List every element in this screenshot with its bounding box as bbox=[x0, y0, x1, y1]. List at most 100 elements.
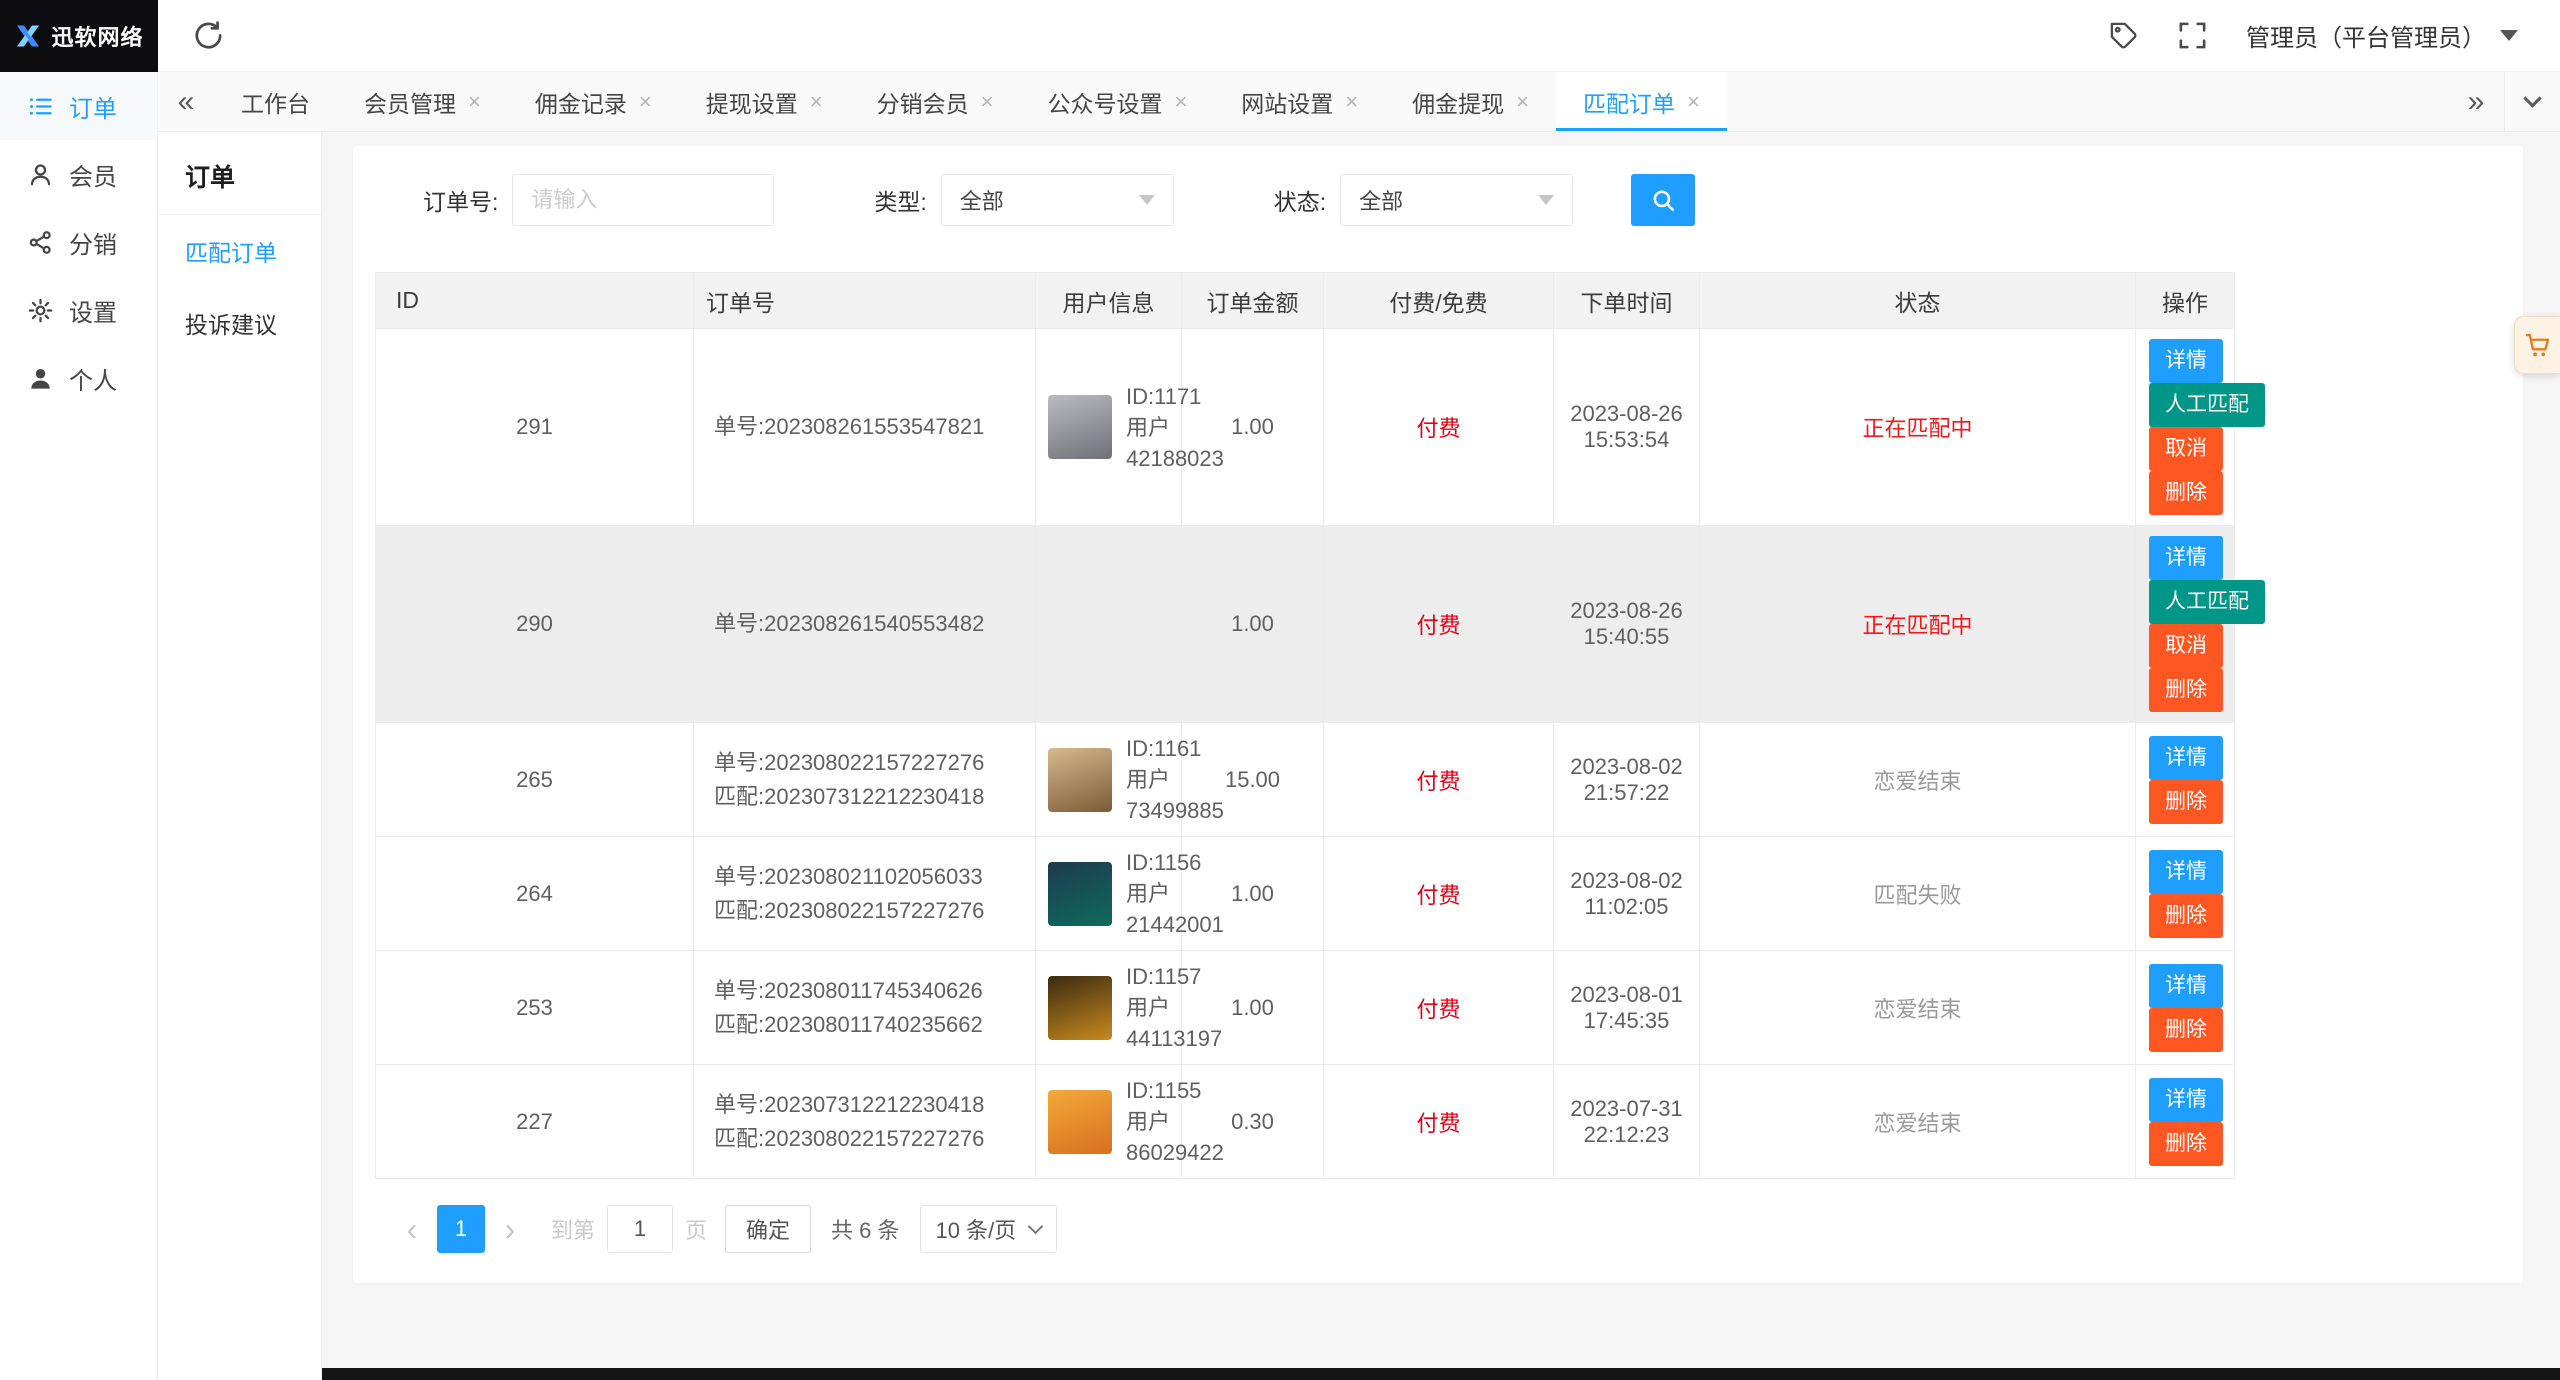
sidebar-item-members[interactable]: 会员 bbox=[0, 140, 157, 208]
prev-page-button[interactable]: ‹ bbox=[389, 1205, 435, 1253]
sidebar-item-profile[interactable]: 个人 bbox=[0, 344, 157, 412]
next-page-button[interactable]: › bbox=[487, 1205, 533, 1253]
tab-close-icon[interactable]: × bbox=[639, 90, 652, 113]
tab-close-icon[interactable]: × bbox=[981, 90, 994, 113]
table-row[interactable]: 227 单号:202307312212230418 匹配:202308022157… bbox=[375, 1064, 2235, 1179]
user-info: ID:1157 用户44113197 bbox=[1048, 961, 1222, 1054]
cell-status: 恋爱结束 bbox=[1699, 950, 2136, 1065]
cell-fee: 付费 bbox=[1323, 328, 1554, 526]
tab-member-management[interactable]: 会员管理 × bbox=[337, 72, 508, 131]
column-header: 用户信息 bbox=[1035, 272, 1182, 329]
cancel-button[interactable]: 取消 bbox=[2149, 624, 2223, 668]
confirm-button[interactable]: 确定 bbox=[725, 1205, 812, 1253]
delete-button[interactable]: 删除 bbox=[2149, 893, 2223, 938]
submenu-item-match-orders[interactable]: 匹配订单 bbox=[158, 215, 321, 287]
current-page[interactable]: 1 bbox=[437, 1205, 485, 1253]
search-button[interactable] bbox=[1631, 174, 1696, 226]
per-page-select[interactable]: 10 条/页 bbox=[919, 1205, 1058, 1253]
filter-bar: 订单号: 类型: 全部 状态: 全部 bbox=[375, 146, 2523, 226]
detail-button[interactable]: 详情 bbox=[2149, 1077, 2223, 1122]
tab-close-icon[interactable]: × bbox=[468, 90, 481, 113]
delete-button[interactable]: 删除 bbox=[2149, 471, 2223, 515]
detail-button[interactable]: 详情 bbox=[2149, 536, 2223, 580]
tab-commission-withdrawal[interactable]: 佣金提现 × bbox=[1385, 72, 1556, 131]
tab-close-icon[interactable]: × bbox=[810, 90, 823, 113]
tab-label: 会员管理 bbox=[364, 90, 456, 117]
cell-order-no: 单号:202308261540553482 bbox=[693, 525, 1036, 723]
user-info: ID:1156 用户21442001 bbox=[1048, 847, 1224, 940]
cell-id: 265 bbox=[375, 722, 694, 837]
order-no-input[interactable] bbox=[512, 174, 775, 226]
goto-page-input[interactable] bbox=[607, 1205, 674, 1253]
status-badge: 匹配失败 bbox=[1873, 882, 1962, 908]
type-select-value: 全部 bbox=[959, 189, 1004, 214]
table-row[interactable]: 265 单号:202308022157227276 匹配:202307312212… bbox=[375, 722, 2235, 837]
tag-button[interactable] bbox=[2108, 20, 2139, 51]
table-row[interactable]: 290 单号:202308261540553482 1.00 付费 2023-0… bbox=[375, 525, 2265, 723]
manual-match-button[interactable]: 人工匹配 bbox=[2149, 383, 2265, 427]
tabs-scroll-right-button[interactable]: » bbox=[2448, 72, 2504, 131]
cell-time: 2023-08-26 15:40:55 bbox=[1553, 525, 1700, 723]
user-name: 用户73499885 bbox=[1126, 767, 1224, 823]
order-no-label: 订单号: bbox=[423, 189, 499, 215]
top-header: 迅软网络 管理员（平台管理员） bbox=[0, 0, 2560, 72]
cell-time: 2023-08-02 21:57:22 bbox=[1553, 722, 1700, 837]
status-select[interactable]: 全部 bbox=[1340, 174, 1574, 226]
sidebar-item-settings[interactable]: 设置 bbox=[0, 276, 157, 344]
floating-cart-button[interactable] bbox=[2514, 316, 2560, 374]
cell-id: 253 bbox=[375, 950, 694, 1065]
chevron-down-icon bbox=[1027, 1218, 1044, 1235]
tab-withdrawal-settings[interactable]: 提现设置 × bbox=[679, 72, 850, 131]
delete-button[interactable]: 删除 bbox=[2149, 668, 2223, 712]
tab-close-icon[interactable]: × bbox=[1516, 90, 1529, 113]
detail-button[interactable]: 详情 bbox=[2149, 849, 2223, 894]
sidebar-item-orders[interactable]: 订单 bbox=[0, 72, 157, 140]
user-id: ID:1171 bbox=[1126, 383, 1202, 409]
manual-match-button[interactable]: 人工匹配 bbox=[2149, 580, 2265, 624]
tabs-menu-button[interactable] bbox=[2504, 72, 2560, 131]
order-numbers: 单号:202308022157227276 匹配:2023073122122304… bbox=[714, 749, 985, 809]
share-icon bbox=[27, 229, 54, 256]
avatar bbox=[1048, 1089, 1112, 1154]
status-label: 状态: bbox=[1273, 189, 1327, 215]
table-row[interactable]: 264 单号:202308021102056033 匹配:202308022157… bbox=[375, 836, 2235, 951]
content-area: 订单号: 类型: 全部 状态: 全部 bbox=[322, 132, 2560, 1380]
tab-match-orders[interactable]: 匹配订单 × bbox=[1556, 72, 1727, 131]
detail-button[interactable]: 详情 bbox=[2149, 735, 2223, 780]
table-row[interactable]: 291 单号:202308261553547821 ID:1171 用户4218… bbox=[375, 328, 2265, 526]
cancel-button[interactable]: 取消 bbox=[2149, 427, 2223, 471]
type-select[interactable]: 全部 bbox=[940, 174, 1174, 226]
delete-button[interactable]: 删除 bbox=[2149, 779, 2223, 824]
tab-close-icon[interactable]: × bbox=[1687, 90, 1700, 113]
topbar-actions: 管理员（平台管理员） bbox=[2108, 18, 2560, 53]
submenu-item-complaints[interactable]: 投诉建议 bbox=[158, 287, 321, 359]
orders-card: 订单号: 类型: 全部 状态: 全部 bbox=[353, 146, 2523, 1283]
user-info: ID:1161 用户73499885 bbox=[1048, 733, 1224, 826]
tab-official-account-settings[interactable]: 公众号设置 × bbox=[1020, 72, 1214, 131]
order-numbers: 单号:202308261553547821 bbox=[714, 414, 985, 439]
avatar bbox=[1048, 747, 1112, 812]
sidebar-item-distribution[interactable]: 分销 bbox=[0, 208, 157, 276]
cell-actions: 详情人工匹配取消删除 bbox=[2135, 328, 2265, 526]
fullscreen-button[interactable] bbox=[2177, 20, 2208, 51]
refresh-button[interactable] bbox=[158, 19, 258, 52]
tab-workbench[interactable]: 工作台 bbox=[214, 72, 337, 131]
delete-button[interactable]: 删除 bbox=[2149, 1007, 2223, 1052]
detail-button[interactable]: 详情 bbox=[2149, 963, 2223, 1008]
tab-commission-records[interactable]: 佣金记录 × bbox=[508, 72, 679, 131]
tab-close-icon[interactable]: × bbox=[1174, 90, 1187, 113]
detail-button[interactable]: 详情 bbox=[2149, 339, 2223, 383]
user-menu[interactable]: 管理员（平台管理员） bbox=[2246, 18, 2518, 53]
tabs-scroll-left-button[interactable]: « bbox=[158, 72, 214, 131]
submenu-title: 订单 bbox=[158, 132, 321, 215]
cell-user: ID:1171 用户42188023 bbox=[1035, 328, 1224, 526]
user-id: ID:1161 bbox=[1126, 736, 1202, 761]
tab-website-settings[interactable]: 网站设置 × bbox=[1214, 72, 1385, 131]
delete-button[interactable]: 删除 bbox=[2149, 1121, 2223, 1166]
tab-close-icon[interactable]: × bbox=[1345, 90, 1358, 113]
sidebar-item-label: 订单 bbox=[69, 95, 117, 123]
tab-distribution-members[interactable]: 分销会员 × bbox=[850, 72, 1021, 131]
user-info: ID:1155 用户86029422 bbox=[1048, 1075, 1224, 1168]
table-row[interactable]: 253 单号:202308011745340626 匹配:202308011740… bbox=[375, 950, 2235, 1065]
brand-logo[interactable]: 迅软网络 bbox=[0, 0, 158, 72]
